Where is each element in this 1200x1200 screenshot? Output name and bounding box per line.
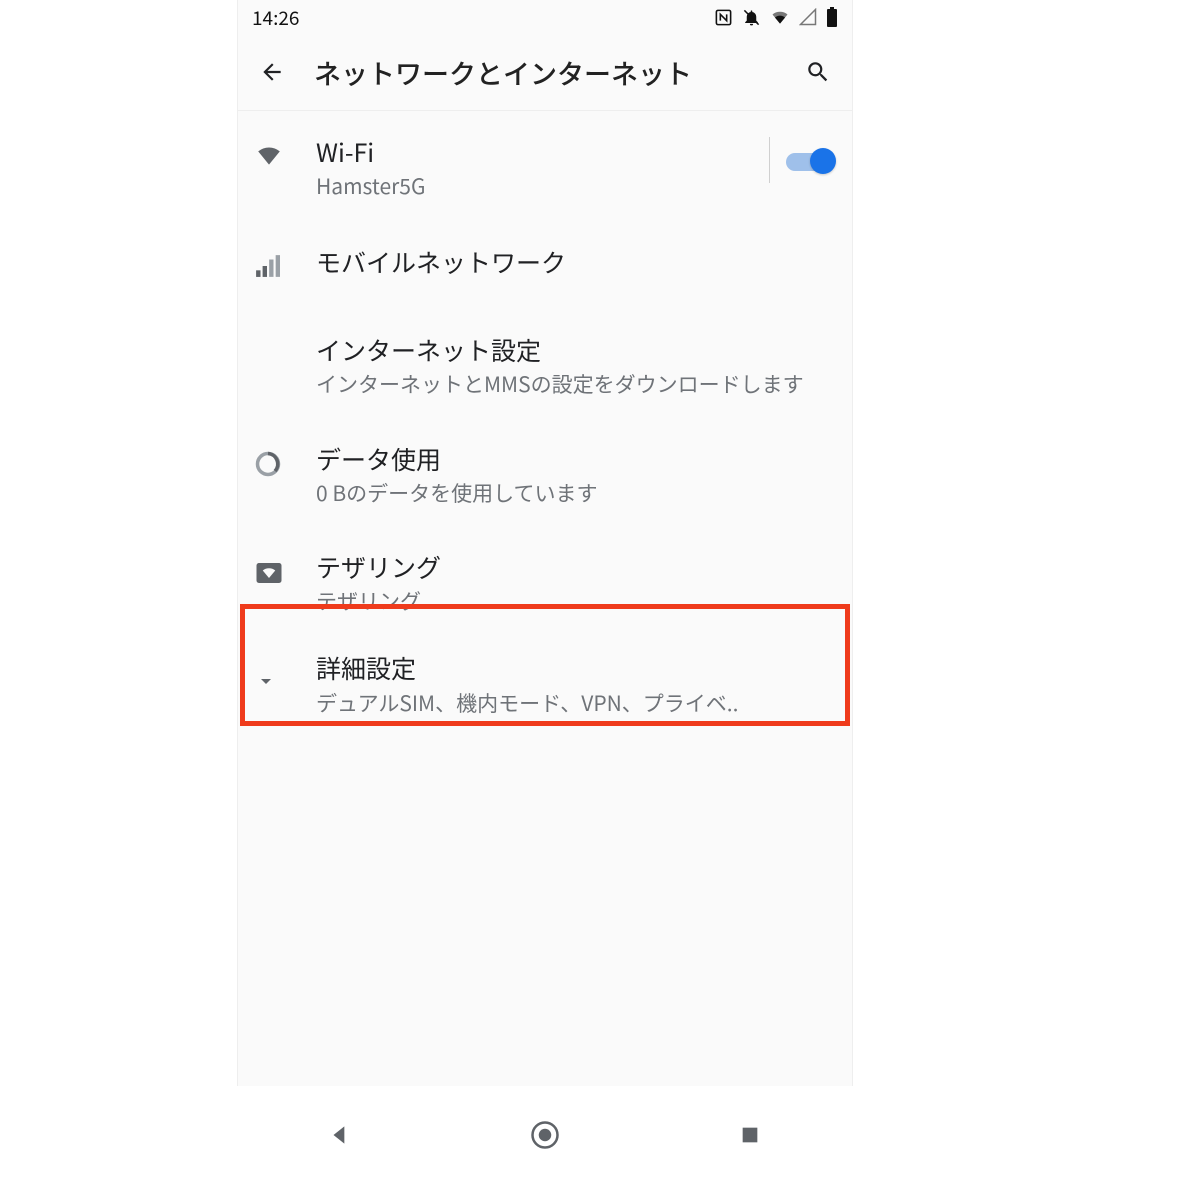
wifi-icon <box>254 137 310 167</box>
status-bar: 14:26 <box>238 0 852 34</box>
internet-settings-row[interactable]: インターネット設定 インターネットとMMSの設定をダウンロードします <box>238 305 852 419</box>
data-usage-icon <box>254 444 310 478</box>
do-not-disturb-icon <box>742 8 761 27</box>
nav-back-button[interactable] <box>310 1105 370 1165</box>
divider <box>769 137 770 183</box>
advanced-title: 詳細設定 <box>316 653 836 684</box>
data-usage-title: データ使用 <box>316 444 836 475</box>
signal-icon <box>254 247 310 279</box>
wifi-toggle[interactable] <box>786 146 836 174</box>
data-usage-subtitle: 0 Bのデータを使用しています <box>316 479 836 507</box>
advanced-subtitle: デュアルSIM、機内モード、VPN、プライベ.. <box>316 689 836 717</box>
nav-back-icon <box>327 1122 353 1148</box>
app-bar: ネットワークとインターネット <box>238 34 852 111</box>
signal-icon <box>799 8 817 26</box>
status-time: 14:26 <box>252 4 299 31</box>
settings-screen: 14:26 <box>238 0 852 1086</box>
chevron-down-icon <box>254 653 310 693</box>
nav-recent-icon <box>739 1124 761 1146</box>
back-button[interactable] <box>248 48 296 96</box>
internet-settings-subtitle: インターネットとMMSの設定をダウンロードします <box>316 370 836 398</box>
nav-recent-button[interactable] <box>720 1105 780 1165</box>
wifi-title: Wi-Fi <box>316 137 769 168</box>
nav-bar <box>238 1104 852 1166</box>
wifi-subtitle: Hamster5G <box>316 172 769 200</box>
mobile-network-title: モバイルネットワーク <box>316 247 836 278</box>
search-icon <box>805 59 831 85</box>
advanced-row[interactable]: 詳細設定 デュアルSIM、機内モード、VPN、プライベ.. <box>238 639 852 737</box>
tethering-title: テザリング <box>316 552 836 583</box>
mobile-network-row[interactable]: モバイルネットワーク <box>238 221 852 305</box>
wifi-row[interactable]: Wi-Fi Hamster5G <box>238 117 852 221</box>
hotspot-icon <box>254 552 310 588</box>
search-button[interactable] <box>794 48 842 96</box>
arrow-back-icon <box>259 59 285 85</box>
tethering-row[interactable]: テザリング テザリング <box>238 528 852 640</box>
blank-icon <box>254 335 310 341</box>
settings-list: Wi-Fi Hamster5G モバイルネットワーク <box>238 111 852 737</box>
internet-settings-title: インターネット設定 <box>316 335 836 366</box>
nav-home-button[interactable] <box>515 1105 575 1165</box>
wifi-icon <box>770 8 790 26</box>
page-title: ネットワークとインターネット <box>296 53 794 92</box>
data-usage-row[interactable]: データ使用 0 Bのデータを使用しています <box>238 418 852 528</box>
battery-icon <box>826 7 838 27</box>
nfc-icon <box>714 8 733 27</box>
nav-home-icon <box>530 1120 560 1150</box>
tethering-subtitle: テザリング <box>316 587 836 615</box>
